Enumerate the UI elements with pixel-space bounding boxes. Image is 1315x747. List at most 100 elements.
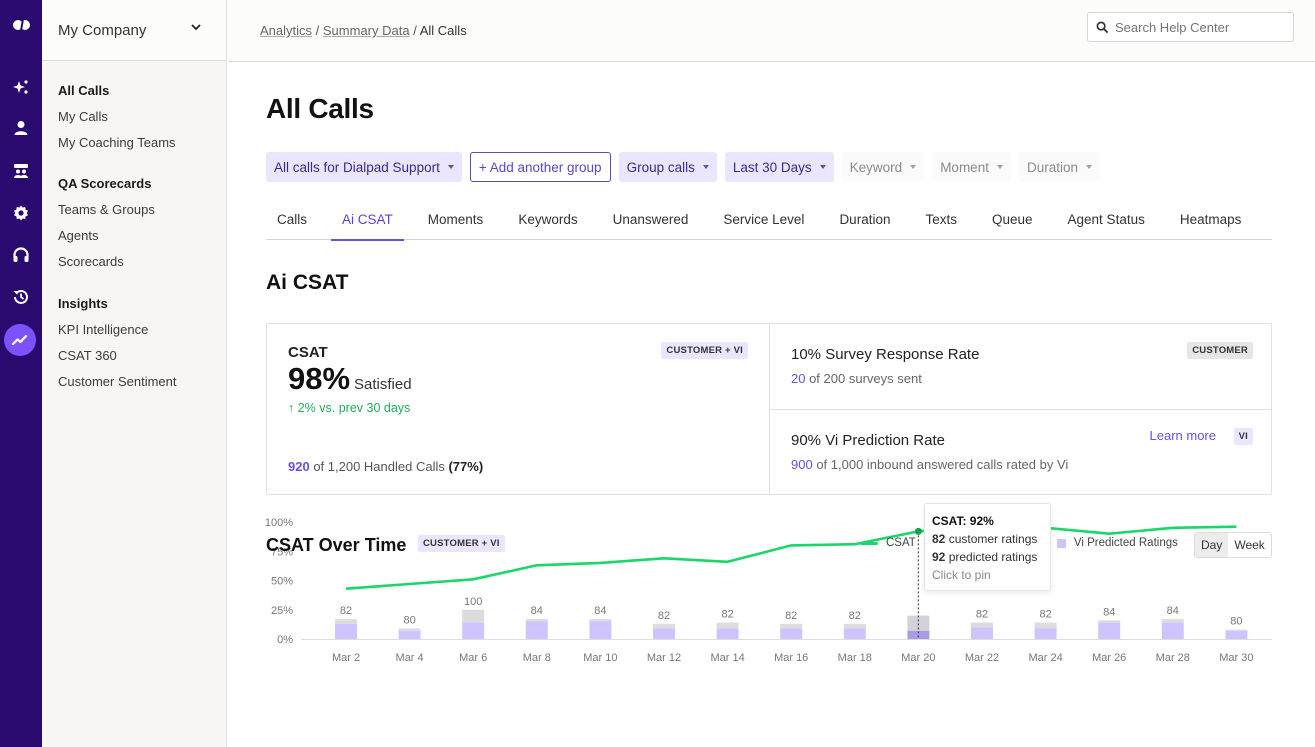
sidebar-item-qa-scorecards[interactable]: QA Scorecards <box>58 171 226 197</box>
csat-card: CUSTOMER + VI CSAT 98% Satisfied ↑ 2% vs.… <box>267 324 770 494</box>
bar-data-label: 82 <box>849 610 861 622</box>
survey-response-sub: 20 of 200 surveys sent <box>791 371 1250 386</box>
tab-unanswered[interactable]: Unanswered <box>602 203 700 239</box>
vi-prediction-sub: 900 of 1,000 inbound answered calls rate… <box>791 457 1250 472</box>
tab-texts[interactable]: Texts <box>914 203 968 239</box>
analytics-trend-nav[interactable] <box>4 324 36 356</box>
csat-value-suffix: Satisfied <box>354 376 412 393</box>
dialpad-logo-nav <box>0 10 42 40</box>
bar-customer-ratings <box>462 609 485 623</box>
bar-customer-ratings <box>335 619 357 624</box>
teams-nav[interactable] <box>0 156 42 186</box>
bar-customer-ratings <box>1098 620 1121 623</box>
customer-vi-badge: CUSTOMER + VI <box>661 342 748 359</box>
tooltip-predicted-text: predicted ratings <box>945 550 1038 564</box>
sidebar-item-my-coaching-teams[interactable]: My Coaching Teams <box>58 130 226 156</box>
bar-customer-ratings <box>716 622 739 629</box>
bar-vi-predicted-ratings <box>398 630 421 639</box>
tab-heatmaps[interactable]: Heatmaps <box>1169 203 1253 239</box>
tooltip-predicted-ratings: 92 predicted ratings <box>932 548 1043 566</box>
gear-nav[interactable] <box>0 198 42 228</box>
bar-customer-ratings <box>589 619 612 622</box>
sidebar-item-all-calls[interactable]: All Calls <box>58 78 226 104</box>
toggle-week[interactable]: Week <box>1228 533 1270 557</box>
tab-duration[interactable]: Duration <box>828 203 901 239</box>
sidebar-item-csat-360[interactable]: CSAT 360 <box>58 343 226 369</box>
x-tick-label: Mar 26 <box>1092 652 1126 664</box>
sidebar-item-scorecards[interactable]: Scorecards <box>58 249 226 275</box>
sidebar-group: Insights KPI Intelligence CSAT 360 Customer… <box>42 291 226 395</box>
tab-ai-csat[interactable]: Ai CSAT <box>331 203 404 241</box>
bar-vi-predicted-ratings <box>971 627 993 639</box>
legend-item-vi-predicted-ratings[interactable]: Vi Predicted Ratings <box>1056 537 1178 549</box>
filter-duration[interactable]: Duration <box>1018 152 1100 182</box>
tooltip-predicted-count: 92 <box>932 550 946 564</box>
granularity-toggle: Day Week <box>1194 532 1272 558</box>
learn-more-link[interactable]: Learn more <box>1150 428 1216 443</box>
breadcrumb-summary-data[interactable]: Summary Data <box>323 23 410 38</box>
filter-keyword[interactable]: Keyword <box>841 152 925 182</box>
sidebar-item-kpi-intelligence[interactable]: KPI Intelligence <box>58 317 226 343</box>
tab-service-level[interactable]: Service Level <box>712 203 815 239</box>
bar-customer-ratings <box>780 623 803 629</box>
search-input[interactable] <box>1115 19 1285 35</box>
chart-tooltip[interactable]: CSAT: 92% 82 customer ratings 92 predict… <box>924 503 1051 591</box>
tooltip-hint: Click to pin <box>932 568 991 582</box>
bar-vi-predicted-ratings <box>589 621 612 639</box>
handled-calls: 920 of 1,200 Handled Calls (77%) <box>288 459 483 474</box>
sidebar-item-agents[interactable]: Agents <box>58 223 226 249</box>
bar-data-label: 82 <box>976 609 988 621</box>
filter-label: Group calls <box>626 159 695 175</box>
x-tick-label: Mar 28 <box>1156 652 1190 664</box>
tab-queue[interactable]: Queue <box>981 203 1044 239</box>
legend-item-csat[interactable]: CSAT <box>860 537 916 549</box>
x-tick-label: Mar 16 <box>774 652 808 664</box>
bar-customer-ratings <box>1225 629 1248 631</box>
caret-down-icon <box>819 165 826 169</box>
sidebar-item-teams-groups[interactable]: Teams & Groups <box>58 197 226 223</box>
filter-group-calls[interactable]: Group calls <box>618 152 717 182</box>
search-icon <box>1096 21 1109 33</box>
sidebar: My Company All Calls My Calls My Coaching … <box>42 0 227 747</box>
bar-vi-predicted-ratings <box>716 628 739 639</box>
main-content: All Calls All calls for Dialpad Support +… <box>265 62 1276 715</box>
bar-customer-ratings <box>971 622 993 628</box>
csat-chart[interactable]: 0%25%50%75%100%82Mar 280Mar 4100Mar 684M… <box>265 495 1276 715</box>
tab-moments[interactable]: Moments <box>417 203 495 239</box>
filter-label: All calls for Dialpad Support <box>274 159 440 175</box>
company-switcher[interactable]: My Company <box>42 0 226 61</box>
survey-response-card: CUSTOMER 10% Survey Response Rate 20 of … <box>770 324 1271 409</box>
breadcrumb-analytics[interactable]: Analytics <box>260 23 312 38</box>
tab-keywords[interactable]: Keywords <box>507 203 588 239</box>
history-nav[interactable] <box>0 282 42 312</box>
search-box[interactable] <box>1087 12 1294 42</box>
sidebar-group: All Calls My Calls My Coaching Teams <box>42 78 226 156</box>
x-tick-label: Mar 18 <box>838 652 872 664</box>
handled-calls-count: 920 <box>288 459 310 474</box>
filter-moment[interactable]: Moment <box>932 152 1011 182</box>
app-rail <box>0 0 42 747</box>
filter-all-calls-for-dialpad-support[interactable]: All calls for Dialpad Support <box>266 152 462 182</box>
bar-data-label: 82 <box>721 609 733 621</box>
tab-agent-status[interactable]: Agent Status <box>1057 203 1156 239</box>
surveys-text: of 200 surveys sent <box>805 371 922 386</box>
toggle-day[interactable]: Day <box>1195 533 1229 557</box>
csat-change: ↑ 2% vs. prev 30 days <box>288 401 411 415</box>
caret-down-icon <box>996 165 1003 169</box>
person-nav[interactable] <box>0 113 42 143</box>
vi-rated-text: of 1,000 inbound answered calls rated by… <box>812 456 1069 472</box>
tab-calls[interactable]: Calls <box>266 203 318 239</box>
filter-last-30-days[interactable]: Last 30 Days <box>724 152 834 182</box>
headset-nav[interactable] <box>0 240 42 270</box>
sidebar-item-customer-sentiment[interactable]: Customer Sentiment <box>58 369 226 395</box>
breadcrumb-separator: / <box>315 23 323 38</box>
sidebar-item-insights[interactable]: Insights <box>58 291 226 317</box>
vi-badge: VI <box>1233 427 1253 445</box>
caret-down-icon <box>1086 165 1092 169</box>
sparkle-nav[interactable] <box>0 72 42 102</box>
filter-add-another-group[interactable]: + Add another group <box>469 152 611 182</box>
x-tick-label: Mar 8 <box>523 652 551 664</box>
x-tick-label: Mar 12 <box>647 652 681 664</box>
sidebar-item-my-calls[interactable]: My Calls <box>58 104 226 130</box>
x-tick-label: Mar 4 <box>396 652 424 664</box>
